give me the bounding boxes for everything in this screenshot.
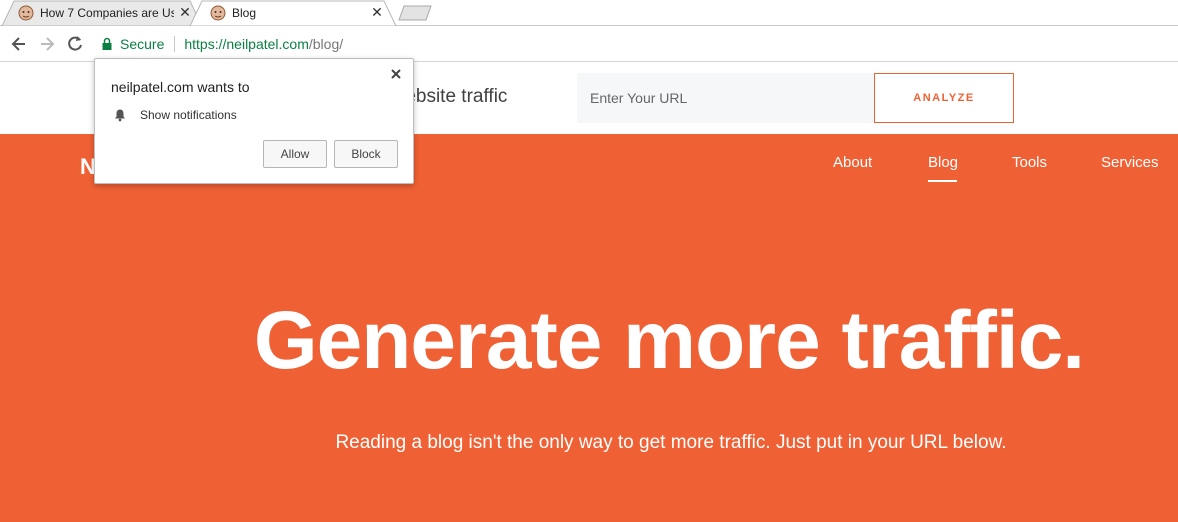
close-icon[interactable]: [389, 67, 403, 81]
tab-close-icon[interactable]: ✕: [370, 5, 384, 19]
tab-title: Blog: [232, 6, 257, 20]
permission-label: Show notifications: [140, 108, 237, 122]
new-tab-button[interactable]: [398, 5, 432, 21]
bell-icon: [115, 109, 125, 122]
arrow-left-icon[interactable]: [9, 34, 29, 54]
hero-headline: Generate more traffic.: [253, 295, 1085, 386]
block-button[interactable]: Block: [334, 140, 398, 168]
neil-patel-face-icon: [18, 5, 34, 21]
hero-section: N About Blog Tools Services Generate mor…: [0, 134, 1178, 522]
analyze-button[interactable]: ANALYZE: [874, 73, 1014, 123]
allow-button[interactable]: Allow: [263, 140, 327, 168]
secure-label: Secure: [120, 36, 165, 52]
url-input[interactable]: [577, 73, 875, 123]
omnibox-divider: [174, 36, 176, 52]
hero-subline: Reading a blog isn't the only way to get…: [335, 432, 1007, 453]
tab-active[interactable]: Blog ✕: [210, 0, 386, 26]
tab-inactive[interactable]: How 7 Companies are Us ✕: [18, 0, 194, 26]
browser-toolbar: Secure https://neilpatel.com /blog/: [0, 26, 1178, 62]
tab-strip: How 7 Companies are Us ✕ Blog ✕: [0, 0, 1178, 26]
nav-active-indicator: [928, 180, 957, 182]
tab-title: How 7 Companies are Us: [40, 6, 174, 20]
url-path: /blog/: [308, 36, 344, 52]
popup-title: neilpatel.com wants to: [111, 79, 250, 95]
tab-close-icon[interactable]: ✕: [178, 5, 192, 19]
nav-item-tools[interactable]: Tools: [1012, 154, 1047, 171]
url-base: https://neilpatel.com: [184, 36, 309, 52]
neil-patel-face-icon: [210, 5, 226, 21]
arrow-right-icon[interactable]: [37, 34, 57, 54]
nav-item-services[interactable]: Services: [1101, 154, 1159, 171]
address-bar[interactable]: Secure https://neilpatel.com /blog/: [92, 31, 1178, 57]
reload-icon[interactable]: [65, 34, 85, 54]
lock-icon: [102, 37, 112, 50]
nav-item-about[interactable]: About: [833, 154, 872, 171]
notification-permission-popup: neilpatel.com wants to Show notification…: [94, 58, 414, 184]
nav-item-blog[interactable]: Blog: [928, 154, 958, 171]
